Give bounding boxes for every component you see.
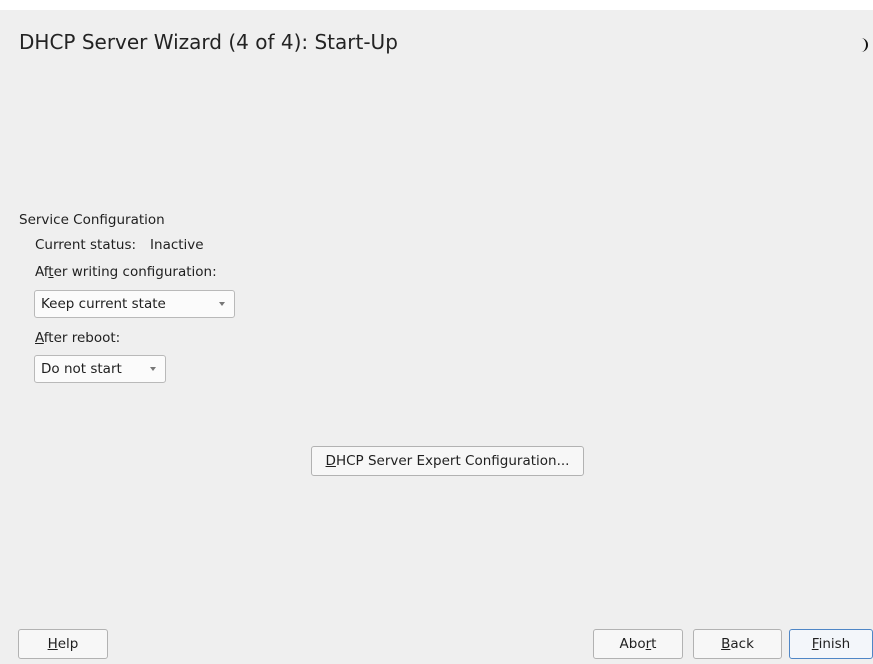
- wizard-window: DHCP Server Wizard (4 of 4): Start-Up Se…: [0, 10, 873, 664]
- moon-icon: [861, 38, 868, 52]
- page-title: DHCP Server Wizard (4 of 4): Start-Up: [19, 30, 398, 54]
- help-button[interactable]: Help: [18, 629, 108, 659]
- service-configuration-heading: Service Configuration: [19, 212, 165, 228]
- after-reboot-selected-value: Do not start: [41, 361, 122, 377]
- after-reboot-label: After reboot:: [35, 330, 121, 346]
- chevron-down-icon: [150, 367, 156, 371]
- current-status-label: Current status:: [35, 237, 137, 253]
- back-button[interactable]: Back: [693, 629, 782, 659]
- current-status-row: Current status: Inactive: [35, 237, 204, 253]
- after-writing-label: After writing configuration:: [35, 264, 217, 280]
- abort-button[interactable]: Abort: [593, 629, 683, 659]
- current-status-value: Inactive: [150, 237, 204, 253]
- chevron-down-icon: [219, 302, 225, 306]
- dhcp-expert-configuration-button[interactable]: DHCP Server Expert Configuration...: [311, 446, 584, 476]
- finish-button[interactable]: Finish: [789, 629, 873, 659]
- after-reboot-select[interactable]: Do not start: [34, 355, 166, 383]
- after-writing-selected-value: Keep current state: [41, 296, 166, 312]
- after-writing-select[interactable]: Keep current state: [34, 290, 235, 318]
